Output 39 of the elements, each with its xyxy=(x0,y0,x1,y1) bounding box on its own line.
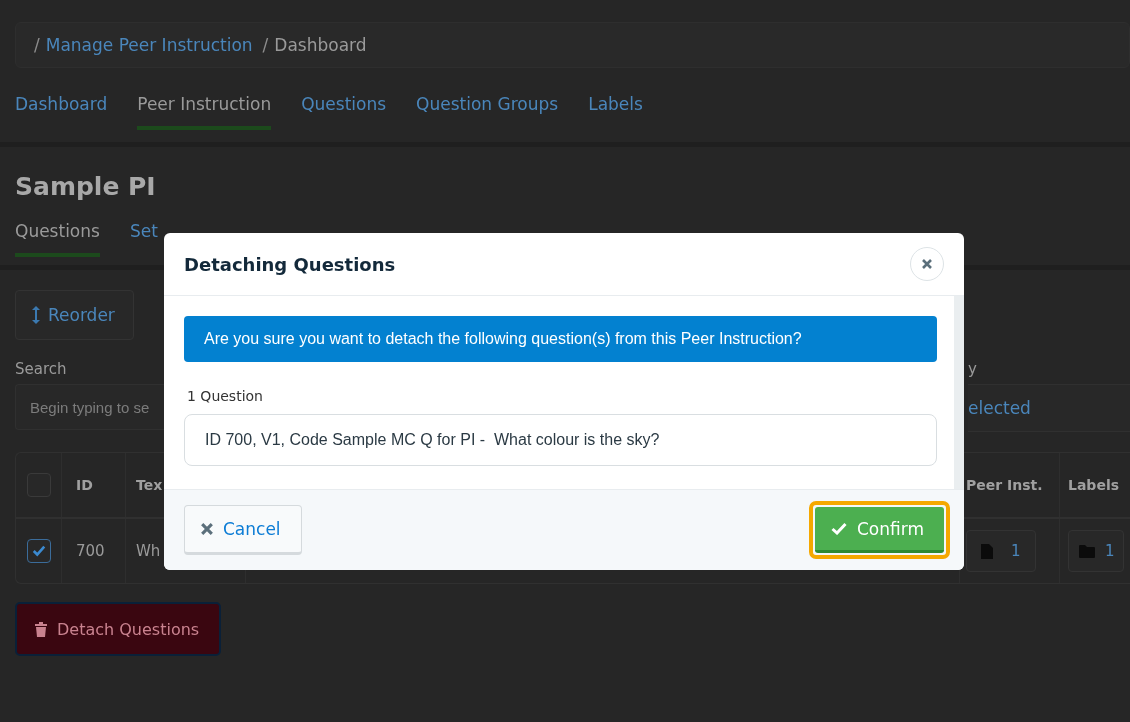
close-icon xyxy=(201,523,213,535)
column-header: ID xyxy=(62,453,126,517)
dialog-title: Detaching Questions xyxy=(184,253,396,275)
search-field[interactable]: Begin typing to se xyxy=(15,384,164,430)
column-header: Labels xyxy=(1067,476,1121,495)
close-icon xyxy=(922,259,932,269)
close-button[interactable] xyxy=(910,247,944,281)
question-count: 1 Question xyxy=(187,388,264,404)
document-icon xyxy=(981,543,993,559)
breadcrumb-separator: / xyxy=(34,35,40,55)
filter-select[interactable]: elected xyxy=(968,384,1130,432)
confirm-button[interactable]: Confirm xyxy=(815,507,944,553)
detach-questions-button[interactable]: Detach Questions xyxy=(15,602,222,656)
breadcrumb-current: Dashboard xyxy=(274,35,367,55)
breadcrumb-separator: / xyxy=(262,35,269,55)
section-tab[interactable]: Questions xyxy=(15,221,100,257)
nav-tab[interactable]: Questions xyxy=(301,94,387,130)
row-checkbox[interactable] xyxy=(26,539,51,563)
reorder-button[interactable]: Reorder xyxy=(15,290,134,340)
vertical-arrows-icon xyxy=(32,306,40,324)
page-title: Sample PI xyxy=(15,172,157,201)
checkmark-icon xyxy=(31,544,46,558)
nav-tab[interactable]: Labels xyxy=(588,94,643,130)
checkmark-icon xyxy=(831,522,847,535)
filter-label: y xyxy=(968,360,978,378)
alert-message: Are you sure you want to detach the following question(s) from this Peer Instruction? xyxy=(184,316,937,362)
nav-tab[interactable]: Question Groups xyxy=(416,94,559,130)
nav-tab[interactable]: Dashboard xyxy=(15,94,108,130)
question-item: ID 700, V1, Code Sample MC Q for PI - What colour is the sky? xyxy=(184,414,937,466)
cancel-button[interactable]: Cancel xyxy=(184,505,302,555)
search-label: Search xyxy=(15,360,68,378)
trash-icon xyxy=(35,621,47,637)
breadcrumb-link[interactable]: Manage Peer Instruction xyxy=(45,35,253,55)
folder-icon xyxy=(1079,544,1095,558)
labels-count-button[interactable]: 1 xyxy=(1068,530,1124,572)
table-cell: 700 xyxy=(62,519,126,583)
section-tab[interactable]: Set xyxy=(129,221,158,257)
peer-instruction-count-button[interactable]: 1 xyxy=(966,530,1036,572)
nav-tab[interactable]: Peer Instruction xyxy=(137,94,272,130)
